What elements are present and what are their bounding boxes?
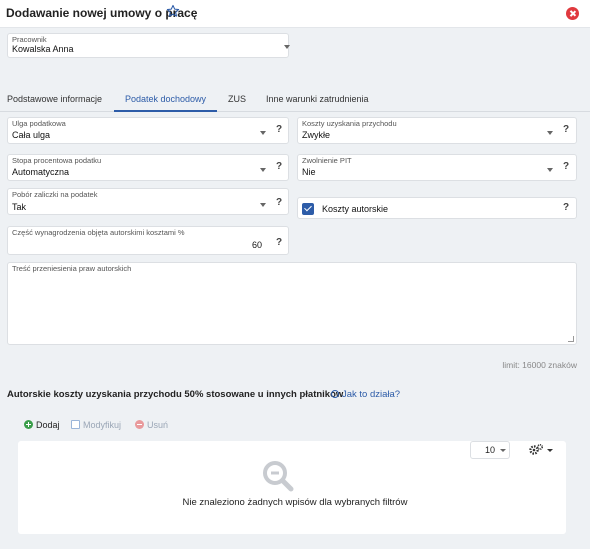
chevron-down-icon: [500, 449, 506, 452]
help-icon[interactable]: ?: [563, 202, 569, 213]
empty-grid-message: Nie znaleziono żadnych wpisów dla wybran…: [182, 497, 408, 508]
section-title: Autorskie koszty uzyskania przychodu 50%…: [7, 389, 344, 400]
pit-exemption-value: Nie: [302, 167, 316, 177]
modify-button-label: Modyfikuj: [83, 420, 122, 430]
plus-circle-icon: [24, 420, 33, 429]
tax-advance-value: Tak: [12, 202, 27, 212]
rights-transfer-textarea[interactable]: Treść przeniesienia praw autorskich: [7, 262, 577, 345]
help-icon[interactable]: ?: [563, 124, 569, 135]
minus-circle-icon: [135, 420, 144, 429]
help-icon[interactable]: ?: [276, 197, 282, 208]
settings-gear-icon[interactable]: [528, 443, 554, 457]
tax-advance-select[interactable]: Pobór zaliczki na podatek Tak ?: [7, 188, 289, 215]
delete-button[interactable]: Usuń: [135, 420, 168, 430]
pit-exemption-select[interactable]: Zwolnienie PIT Nie ?: [297, 154, 577, 181]
char-limit: limit: 16000 znaków: [502, 360, 577, 370]
chevron-down-icon: [547, 168, 553, 172]
author-costs-checkbox[interactable]: [302, 203, 314, 215]
tax-rate-value: Automatyczna: [12, 167, 70, 177]
employee-label: Pracownik: [12, 35, 47, 44]
close-icon[interactable]: [566, 7, 579, 20]
tab-bar: Podstawowe informacje Podatek dochodowy …: [0, 88, 590, 112]
author-share-label: Część wynagrodzenia objęta autorskimi ko…: [12, 228, 185, 237]
edit-icon: [71, 420, 80, 429]
active-tab-indicator: [114, 110, 217, 112]
modify-button[interactable]: Modyfikuj: [71, 420, 121, 430]
add-button[interactable]: Dodaj: [24, 420, 60, 430]
chevron-down-icon: [284, 45, 290, 49]
employee-value: Kowalska Anna: [12, 44, 74, 54]
chevron-down-icon: [260, 168, 266, 172]
help-icon[interactable]: ?: [276, 237, 282, 248]
how-it-works-link[interactable]: Jak to działa?: [342, 389, 400, 400]
income-costs-select[interactable]: Koszty uzyskania przychodu Zwykłe ?: [297, 117, 577, 144]
chevron-down-icon: [547, 131, 553, 135]
tax-rate-select[interactable]: Stopa procentowa podatku Automatyczna ?: [7, 154, 289, 181]
income-costs-label: Koszty uzyskania przychodu: [302, 119, 397, 128]
tax-rate-label: Stopa procentowa podatku: [12, 156, 102, 165]
tax-advance-label: Pobór zaliczki na podatek: [12, 190, 98, 199]
chevron-down-icon: [260, 203, 266, 207]
chevron-down-icon: [260, 131, 266, 135]
dialog-header: Dodawanie nowej umowy o pracę: [0, 0, 590, 28]
search-empty-icon: [263, 461, 294, 492]
tax-relief-select[interactable]: Ulga podatkowa Cała ulga ?: [7, 117, 289, 144]
info-icon: [331, 390, 339, 398]
help-icon[interactable]: ?: [276, 161, 282, 172]
tax-relief-value: Cała ulga: [12, 130, 51, 140]
star-icon[interactable]: [166, 4, 180, 18]
employee-select[interactable]: Pracownik Kowalska Anna: [7, 33, 290, 58]
tab-income-tax[interactable]: Podatek dochodowy: [125, 94, 206, 104]
page-size-value: 10: [485, 445, 496, 455]
rights-transfer-label: Treść przeniesienia praw autorskich: [12, 264, 132, 273]
pit-exemption-label: Zwolnienie PIT: [302, 156, 352, 165]
tab-other-conditions[interactable]: Inne warunki zatrudnienia: [266, 94, 369, 104]
author-costs-label: Koszty autorskie: [322, 204, 389, 214]
income-costs-value: Zwykłe: [302, 130, 331, 140]
page-size-select[interactable]: 10: [470, 441, 510, 459]
help-icon[interactable]: ?: [563, 161, 569, 172]
tax-relief-label: Ulga podatkowa: [12, 119, 66, 128]
help-icon[interactable]: ?: [276, 124, 282, 135]
tab-zus[interactable]: ZUS: [228, 94, 246, 104]
add-button-label: Dodaj: [36, 420, 60, 430]
author-share-value: 60: [252, 240, 263, 250]
delete-button-label: Usuń: [147, 420, 169, 430]
resize-handle-icon[interactable]: [568, 336, 574, 342]
tab-basic-info[interactable]: Podstawowe informacje: [7, 94, 102, 104]
author-share-input[interactable]: Część wynagrodzenia objęta autorskimi ko…: [7, 226, 289, 255]
